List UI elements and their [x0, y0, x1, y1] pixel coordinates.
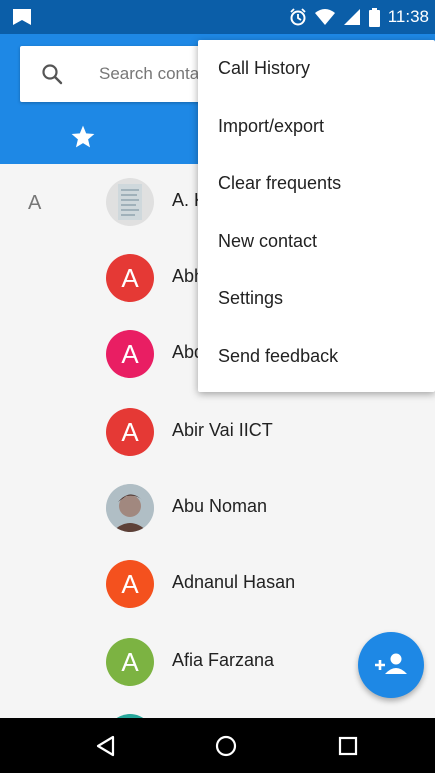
avatar	[106, 178, 154, 226]
status-icons: 11:38	[289, 6, 429, 28]
overflow-menu: Call History Import/export Clear frequen…	[198, 40, 435, 392]
avatar: A	[106, 638, 154, 686]
contact-row[interactable]: A Abir Vai IICT	[0, 394, 435, 470]
contact-name: Abu Noman	[172, 496, 268, 516]
contact-row[interactable]: Abu Noman	[0, 470, 435, 546]
avatar: A	[106, 560, 154, 608]
recents-icon[interactable]	[334, 732, 362, 760]
menu-item-call-history[interactable]: Call History	[198, 40, 435, 98]
contact-photo-icon	[106, 484, 154, 532]
menu-item-new-contact[interactable]: New contact	[198, 213, 435, 271]
contact-photo-icon	[118, 184, 142, 220]
signal-icon	[343, 9, 360, 25]
menu-item-settings[interactable]: Settings	[198, 270, 435, 328]
clock: 11:38	[387, 7, 429, 26]
navigation-bar	[0, 718, 435, 773]
status-bar: 11:38	[0, 0, 435, 34]
notification-icon	[13, 9, 31, 25]
contact-name: Abir Vai IICT	[172, 420, 273, 440]
contact-row[interactable]: A Adnanul Hasan	[0, 546, 435, 622]
star-icon[interactable]	[70, 124, 96, 150]
avatar: A	[106, 408, 154, 456]
contact-name: Adnanul Hasan	[172, 572, 296, 592]
search-icon	[42, 64, 63, 85]
contact-name: Afia Farzana	[172, 650, 275, 670]
home-icon[interactable]	[212, 732, 240, 760]
alarm-icon	[290, 8, 306, 26]
menu-item-send-feedback[interactable]: Send feedback	[198, 328, 435, 386]
avatar: A	[106, 254, 154, 302]
battery-icon	[368, 7, 380, 27]
add-contact-button[interactable]	[358, 632, 424, 698]
menu-item-import-export[interactable]: Import/export	[198, 98, 435, 156]
wifi-icon	[314, 9, 335, 25]
back-icon[interactable]	[92, 732, 120, 760]
menu-item-clear-frequents[interactable]: Clear frequents	[198, 155, 435, 213]
avatar: A	[106, 330, 154, 378]
avatar	[106, 484, 154, 532]
contact-row-partial	[0, 700, 435, 718]
add-contact-icon	[375, 653, 407, 674]
